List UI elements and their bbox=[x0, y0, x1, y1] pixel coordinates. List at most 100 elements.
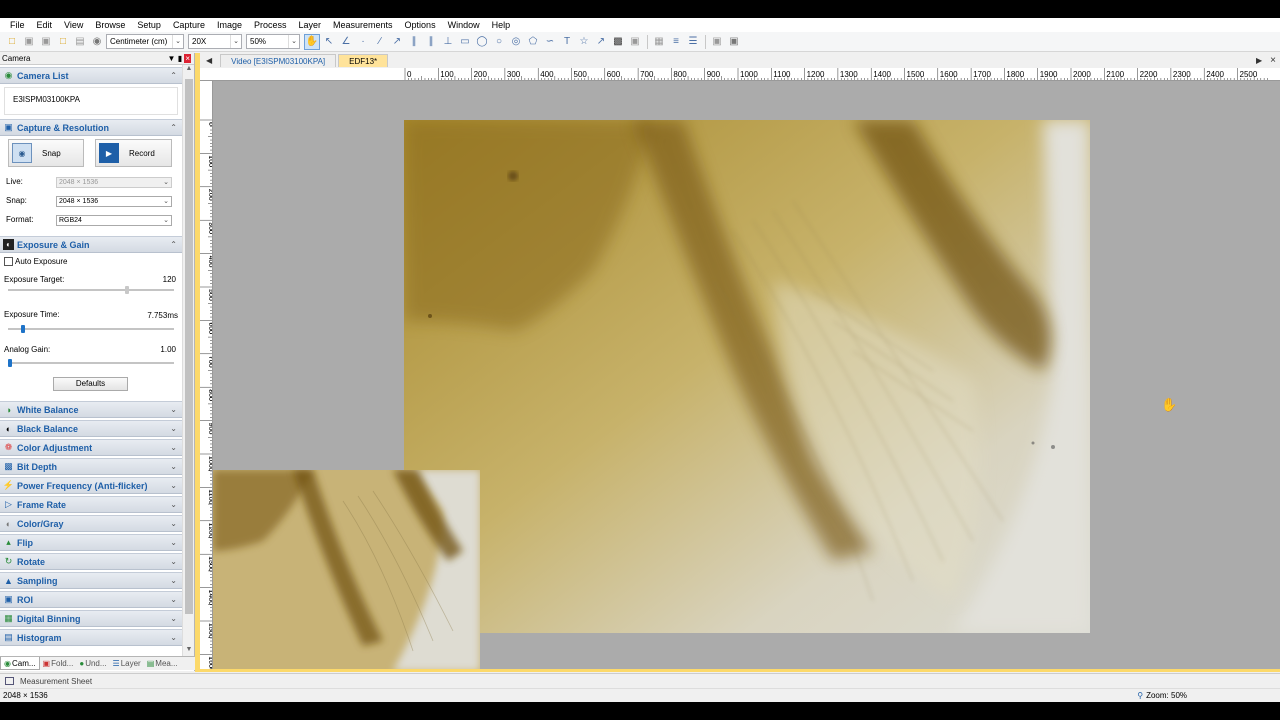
scrollbar-thumb[interactable] bbox=[185, 79, 193, 614]
measurement-sheet-tab[interactable]: Measurement Sheet bbox=[20, 677, 92, 686]
panel-scrollbar[interactable]: ▲ ▼ bbox=[182, 65, 194, 658]
polygon-icon[interactable]: ⬠ bbox=[525, 34, 541, 50]
section-histogram[interactable]: ▤ Histogram ⌄ bbox=[0, 629, 182, 646]
camera-icon[interactable]: ◉ bbox=[89, 34, 105, 50]
select-arrow-icon[interactable]: ↖ bbox=[321, 34, 337, 50]
section-white-balance[interactable]: ◑ White Balance ⌄ bbox=[0, 401, 182, 418]
auto-exposure-checkbox[interactable] bbox=[4, 257, 13, 266]
tabs-scroll-left-icon[interactable]: ◀ bbox=[200, 56, 218, 65]
horizontal-ruler-ticks: 0 100 200 300 400 500 600 700 800 900 1000 1100 1200… bbox=[404, 68, 1268, 80]
record-button[interactable]: ▶ Record bbox=[95, 139, 172, 167]
menu-process[interactable]: Process bbox=[248, 20, 293, 30]
menu-help[interactable]: Help bbox=[486, 20, 517, 30]
close-doc-icon[interactable]: × bbox=[1266, 55, 1280, 66]
rectangle-icon[interactable]: ▭ bbox=[457, 34, 473, 50]
exposure-target-slider[interactable] bbox=[124, 286, 129, 294]
star-icon[interactable]: ☆ bbox=[576, 34, 592, 50]
color-gray-icon: ◐ bbox=[5, 518, 12, 529]
menu-image[interactable]: Image bbox=[211, 20, 248, 30]
scroll-up-icon[interactable]: ▲ bbox=[183, 65, 195, 77]
text-icon[interactable]: T bbox=[559, 34, 575, 50]
ellipse-icon[interactable]: ◯ bbox=[474, 34, 490, 50]
ruler-label: 300 bbox=[507, 70, 521, 79]
tab-undo[interactable]: ● Und... bbox=[76, 657, 109, 670]
snap-button[interactable]: ◉ Snap bbox=[8, 139, 84, 167]
live-resolution-select[interactable]: 2048 × 1536 ⌄ bbox=[56, 177, 172, 188]
scale-bar-icon[interactable]: ▩ bbox=[610, 34, 626, 50]
menu-setup[interactable]: Setup bbox=[131, 20, 167, 30]
angle-icon[interactable]: ∠ bbox=[338, 34, 354, 50]
layer-tab-icon: ☰ bbox=[112, 659, 120, 668]
menu-edit[interactable]: Edit bbox=[31, 20, 59, 30]
section-frame-rate[interactable]: ▷ Frame Rate ⌄ bbox=[0, 496, 182, 513]
calibration-icon[interactable]: ▣ bbox=[627, 34, 643, 50]
menu-file[interactable]: File bbox=[4, 20, 31, 30]
print-icon[interactable]: ▤ bbox=[72, 34, 88, 50]
section-exposure-gain[interactable]: ◐ Exposure & Gain ⌃ bbox=[0, 236, 182, 253]
close-icon[interactable]: × bbox=[184, 54, 191, 63]
save-icon[interactable]: ▣ bbox=[21, 34, 37, 50]
arrow-line-icon[interactable]: ↗ bbox=[389, 34, 405, 50]
layers-icon[interactable]: ☰ bbox=[685, 34, 701, 50]
browse-folder-icon[interactable]: □ bbox=[55, 34, 71, 50]
section-black-balance[interactable]: ◐ Black Balance ⌄ bbox=[0, 420, 182, 437]
section-rotate[interactable]: ↻ Rotate ⌄ bbox=[0, 553, 182, 570]
point-icon[interactable]: · bbox=[355, 34, 371, 50]
line-icon[interactable]: ∕ bbox=[372, 34, 388, 50]
double-parallel-icon[interactable]: ∥ bbox=[423, 34, 439, 50]
concentric-circle-icon[interactable]: ◎ bbox=[508, 34, 524, 50]
section-color-gray[interactable]: ◐ Color/Gray ⌄ bbox=[0, 515, 182, 532]
section-power-frequency-anti-flicker[interactable]: ⚡ Power Frequency (Anti-flicker) ⌄ bbox=[0, 477, 182, 494]
section-capture-resolution[interactable]: ▣ Capture & Resolution ⌃ bbox=[0, 119, 182, 136]
section-sampling[interactable]: ▲ Sampling ⌄ bbox=[0, 572, 182, 589]
tab-edf13[interactable]: EDF13* bbox=[338, 53, 389, 67]
section-digital-binning[interactable]: ▦ Digital Binning ⌄ bbox=[0, 610, 182, 627]
open-folder-icon[interactable]: □ bbox=[4, 34, 20, 50]
menu-layer[interactable]: Layer bbox=[293, 20, 328, 30]
analog-gain-slider[interactable] bbox=[8, 359, 12, 367]
camera-device-item[interactable]: E3ISPM03100KPA bbox=[13, 95, 80, 104]
crop-icon[interactable]: ▣ bbox=[726, 34, 742, 50]
align-icon[interactable]: ≡ bbox=[668, 34, 684, 50]
menu-view[interactable]: View bbox=[58, 20, 89, 30]
menu-window[interactable]: Window bbox=[442, 20, 486, 30]
pin-icon[interactable]: ▼ bbox=[168, 54, 176, 63]
curve-icon[interactable]: ∽ bbox=[542, 34, 558, 50]
copy-icon[interactable]: ▣ bbox=[709, 34, 725, 50]
save-all-icon[interactable]: ▣ bbox=[38, 34, 54, 50]
tab-video[interactable]: Video [E3ISPM03100KPA] bbox=[220, 53, 337, 67]
circle-icon[interactable]: ○ bbox=[491, 34, 507, 50]
pan-hand-icon[interactable]: ✋ bbox=[304, 33, 320, 50]
tab-layer[interactable]: ☰ Layer bbox=[110, 657, 144, 670]
section-roi[interactable]: ▣ ROI ⌄ bbox=[0, 591, 182, 608]
arrow-icon[interactable]: ↗ bbox=[593, 34, 609, 50]
exposure-target-track[interactable] bbox=[8, 289, 174, 291]
snap-resolution-select[interactable]: 2048 × 1536 ⌄ bbox=[56, 196, 172, 207]
unit-select[interactable]: Centimeter (cm) ⌄ bbox=[106, 34, 184, 49]
perpendicular-icon[interactable]: ⊥ bbox=[440, 34, 456, 50]
menu-measurements[interactable]: Measurements bbox=[327, 20, 399, 30]
menu-options[interactable]: Options bbox=[399, 20, 442, 30]
collapse-icon: ⌃ bbox=[170, 240, 177, 249]
zoom-select[interactable]: 50% ⌄ bbox=[246, 34, 300, 49]
defaults-button[interactable]: Defaults bbox=[53, 377, 128, 391]
tab-folder[interactable]: ▣ Fold... bbox=[40, 657, 77, 670]
exposure-time-track[interactable] bbox=[8, 328, 174, 330]
menu-capture[interactable]: Capture bbox=[167, 20, 211, 30]
section-flip[interactable]: ▴ Flip ⌄ bbox=[0, 534, 182, 551]
format-select[interactable]: RGB24 ⌄ bbox=[56, 215, 172, 226]
section-color-adjustment[interactable]: ❁ Color Adjustment ⌄ bbox=[0, 439, 182, 456]
magnification-select[interactable]: 20X ⌄ bbox=[188, 34, 242, 49]
tabs-scroll-right-icon[interactable]: ▶ bbox=[1252, 56, 1266, 65]
section-camera-list[interactable]: ◉ Camera List ⌃ bbox=[0, 67, 182, 84]
exposure-time-slider[interactable] bbox=[20, 325, 25, 333]
image-canvas[interactable]: ✋ bbox=[213, 81, 1280, 671]
measure-icon[interactable]: ▦ bbox=[651, 34, 667, 50]
section-bit-depth[interactable]: ▩ Bit Depth ⌄ bbox=[0, 458, 182, 475]
parallel-icon[interactable]: ∥ bbox=[406, 34, 422, 50]
analog-gain-track[interactable] bbox=[8, 362, 174, 364]
auto-hide-icon[interactable]: ▮ bbox=[178, 54, 182, 63]
tab-camera[interactable]: ◉ Cam... bbox=[0, 657, 40, 670]
tab-measurement[interactable]: ▤ Mea... bbox=[144, 657, 181, 670]
menu-browse[interactable]: Browse bbox=[89, 20, 131, 30]
